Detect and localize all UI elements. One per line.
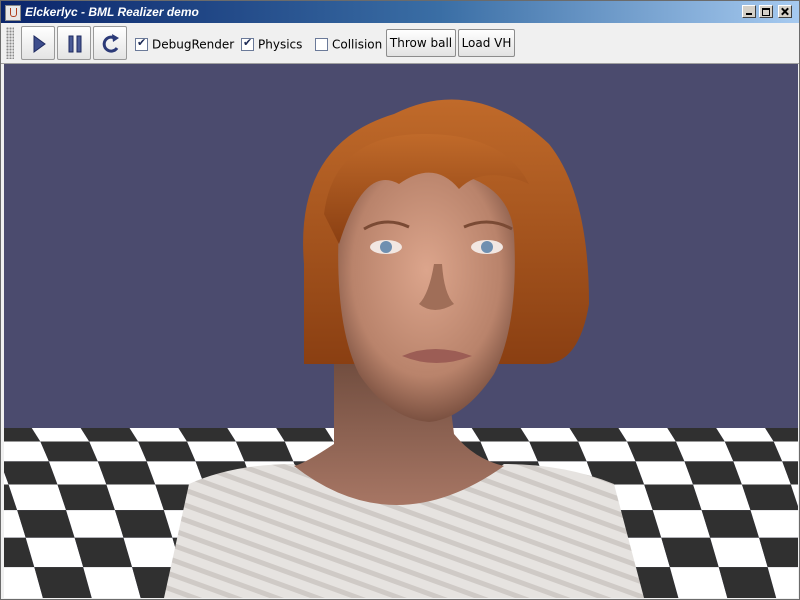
java-app-icon[interactable] — [5, 5, 21, 21]
physics-checkbox[interactable]: Physics — [241, 36, 303, 53]
right-iris — [481, 241, 493, 253]
virtual-human-avatar — [164, 99, 644, 598]
physics-check-icon[interactable] — [241, 36, 254, 51]
toolbar: DebugRender Physics Collision Throw ball… — [1, 23, 799, 64]
play-button[interactable] — [21, 26, 55, 60]
toolbar-grip[interactable] — [6, 27, 14, 59]
debug-render-check-icon[interactable] — [135, 36, 148, 51]
collision-check-icon[interactable] — [315, 38, 328, 51]
refresh-icon — [102, 34, 119, 53]
debug-render-checkbox[interactable]: DebugRender — [135, 36, 235, 53]
throw-ball-button[interactable]: Throw ball — [386, 29, 456, 57]
debug-render-label: DebugRender — [152, 37, 235, 52]
physics-label: Physics — [258, 37, 303, 52]
title-bar: Elckerlyc - BML Realizer demo — [1, 1, 799, 23]
reset-button[interactable] — [93, 26, 127, 60]
pause-icon — [68, 35, 82, 53]
minimize-button[interactable] — [742, 5, 756, 18]
app-window: Elckerlyc - BML Realizer demo DebugRende… — [0, 0, 800, 600]
load-vh-button[interactable]: Load VH — [458, 29, 515, 57]
maximize-button[interactable] — [759, 5, 773, 18]
pause-button[interactable] — [57, 26, 91, 60]
collision-label: Collision — [332, 37, 383, 52]
3d-viewport[interactable] — [4, 64, 798, 598]
left-iris — [380, 241, 392, 253]
collision-checkbox[interactable]: Collision — [315, 37, 382, 53]
play-icon — [33, 35, 46, 53]
close-button[interactable] — [778, 5, 792, 18]
window-title: Elckerlyc - BML Realizer demo — [25, 5, 199, 19]
